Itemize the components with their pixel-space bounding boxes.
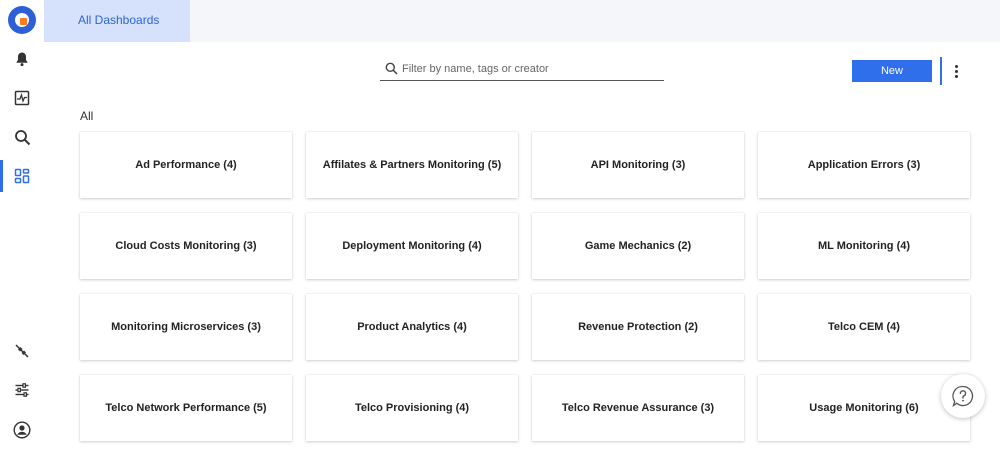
active-indicator — [0, 160, 3, 192]
dashboard-card[interactable]: Product Analytics (4) — [306, 294, 518, 360]
dashboard-card[interactable]: Telco CEM (4) — [758, 294, 970, 360]
dashboard-card[interactable]: Cloud Costs Monitoring (3) — [80, 213, 292, 279]
app-logo[interactable] — [0, 0, 44, 40]
plug-icon[interactable] — [12, 341, 32, 361]
logo-dot — [20, 18, 27, 25]
search-icon[interactable] — [12, 127, 32, 147]
dashboard-card[interactable]: Deployment Monitoring (4) — [306, 213, 518, 279]
dashboard-card[interactable]: ML Monitoring (4) — [758, 213, 970, 279]
sliders-icon[interactable] — [12, 380, 32, 400]
dashboard-card[interactable]: Application Errors (3) — [758, 132, 970, 198]
dashboard-card[interactable]: Telco Network Performance (5) — [80, 375, 292, 441]
section-title: All — [80, 109, 94, 123]
dashboard-card[interactable]: Usage Monitoring (6) — [758, 375, 970, 441]
help-icon — [952, 385, 974, 408]
dashboard-card[interactable]: Game Mechanics (2) — [532, 213, 744, 279]
search-input[interactable] — [402, 58, 662, 79]
dashboard-card[interactable]: Affilates & Partners Monitoring (5) — [306, 132, 518, 198]
dashboard-card[interactable]: Ad Performance (4) — [80, 132, 292, 198]
user-icon[interactable] — [12, 420, 32, 440]
bell-icon[interactable] — [12, 49, 32, 69]
new-dashboard-button[interactable]: New — [852, 60, 932, 82]
more-options-icon[interactable] — [950, 62, 962, 80]
search-field[interactable] — [380, 58, 664, 81]
toolbar-divider — [940, 57, 942, 85]
help-button[interactable] — [941, 374, 985, 418]
dashboard-card[interactable]: API Monitoring (3) — [532, 132, 744, 198]
dashboard-grid: Ad Performance (4) Affilates & Partners … — [80, 132, 972, 441]
dashboard-card[interactable]: Telco Provisioning (4) — [306, 375, 518, 441]
dashboard-grid-icon[interactable] — [12, 166, 32, 186]
top-bar: All Dashboards — [44, 0, 1000, 42]
activity-icon[interactable] — [12, 88, 32, 108]
tab-all-dashboards[interactable]: All Dashboards — [44, 0, 190, 42]
dashboard-card[interactable]: Monitoring Microservices (3) — [80, 294, 292, 360]
search-icon — [385, 62, 398, 75]
sidebar — [0, 0, 44, 460]
dashboard-card[interactable]: Telco Revenue Assurance (3) — [532, 375, 744, 441]
dashboard-card[interactable]: Revenue Protection (2) — [532, 294, 744, 360]
